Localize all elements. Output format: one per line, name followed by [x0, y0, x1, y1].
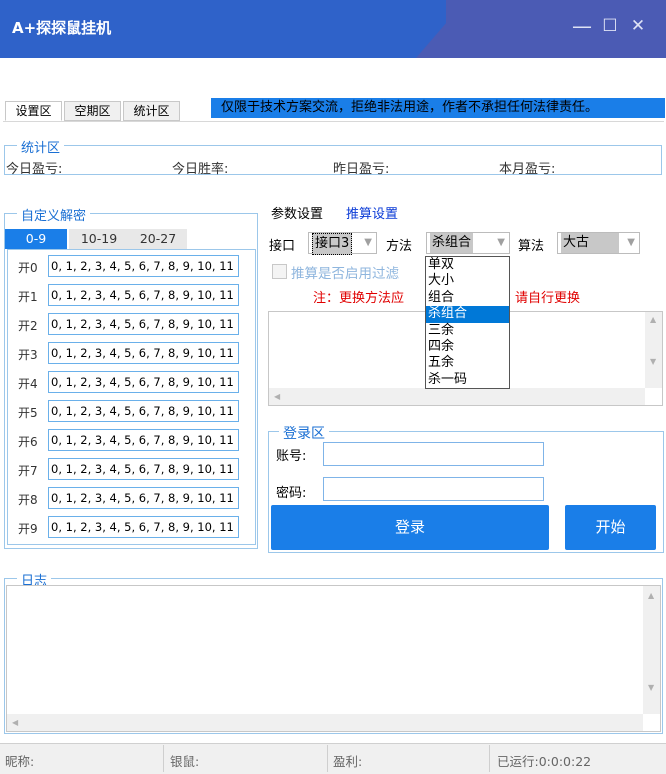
disclaimer-notice: 仅限于技术方案交流，拒绝非法用途，作者不承担任何法律责任。: [211, 98, 665, 118]
method-option[interactable]: 杀一码: [426, 372, 509, 388]
tab-empty-period[interactable]: 空期区: [64, 101, 121, 121]
decode-row-label: 开8: [18, 493, 38, 507]
log-output[interactable]: ▲ ▼ ◀: [6, 585, 661, 732]
tab-statistics[interactable]: 统计区: [123, 101, 180, 121]
scroll-left-icon[interactable]: ◀: [274, 392, 280, 401]
scroll-down-icon[interactable]: ▼: [648, 683, 654, 692]
algorithm-value: 大古: [561, 233, 620, 253]
account-input[interactable]: [323, 442, 544, 466]
status-divider: [163, 745, 164, 772]
profit-label: 盈利:: [333, 754, 363, 769]
close-icon[interactable]: ✕: [626, 14, 650, 38]
decode-row-input[interactable]: 0, 1, 2, 3, 4, 5, 6, 7, 8, 9, 10, 11: [48, 342, 239, 364]
method-option[interactable]: 杀组合: [426, 306, 509, 323]
horizontal-scrollbar[interactable]: ◀: [7, 714, 643, 731]
method-change-note-tail: 请自行更换: [515, 291, 581, 306]
filter-label: 推算是否启用过滤: [291, 266, 399, 282]
decode-row-input[interactable]: 0, 1, 2, 3, 4, 5, 6, 7, 8, 9, 10, 11: [48, 371, 239, 393]
method-option[interactable]: 三余: [426, 323, 509, 339]
filter-checkbox[interactable]: [272, 264, 287, 279]
login-button[interactable]: 登录: [271, 505, 549, 550]
password-input[interactable]: [323, 477, 544, 501]
month-profit-label: 本月盈亏:: [499, 162, 556, 177]
login-group-title: 登录区: [279, 423, 329, 443]
method-option[interactable]: 单双: [426, 257, 509, 273]
decode-row-input[interactable]: 0, 1, 2, 3, 4, 5, 6, 7, 8, 9, 10, 11: [48, 400, 239, 422]
decode-row-label: 开9: [18, 522, 38, 536]
horizontal-scrollbar[interactable]: ◀: [269, 388, 645, 405]
stats-group-title: 统计区: [17, 137, 65, 156]
algorithm-label: 算法: [518, 239, 545, 254]
decode-row-label: 开7: [18, 464, 38, 478]
decode-row-label: 开4: [18, 377, 38, 391]
decode-row-input[interactable]: 0, 1, 2, 3, 4, 5, 6, 7, 8, 9, 10, 11: [48, 284, 239, 306]
decode-row-label: 开5: [18, 406, 38, 420]
vertical-scrollbar[interactable]: ▲ ▼: [643, 586, 660, 714]
scroll-up-icon[interactable]: ▲: [648, 591, 654, 600]
tab-calc-settings[interactable]: 推算设置: [346, 203, 398, 222]
decode-tab-0-9[interactable]: 0-9: [5, 229, 67, 249]
method-dropdown-list[interactable]: 单双 大小 组合 杀组合 三余 四余 五余 杀一码: [425, 256, 510, 389]
decode-tab-20-27[interactable]: 20-27: [129, 229, 187, 249]
method-option[interactable]: 组合: [426, 290, 509, 306]
status-divider: [327, 745, 328, 772]
decode-row-input[interactable]: 0, 1, 2, 3, 4, 5, 6, 7, 8, 9, 10, 11: [48, 429, 239, 451]
scroll-up-icon[interactable]: ▲: [650, 315, 656, 324]
minimize-icon[interactable]: —: [570, 14, 594, 38]
interface-value: 接口3: [312, 233, 353, 255]
yesterday-profit-label: 昨日盈亏:: [333, 162, 390, 177]
account-label: 账号:: [276, 449, 307, 464]
nickname-label: 昵称:: [5, 754, 35, 769]
method-select[interactable]: 杀组合 ▼: [426, 232, 510, 254]
interface-label: 接口: [269, 239, 296, 254]
decode-row-label: 开1: [18, 290, 38, 304]
interface-select[interactable]: 接口3 ▼: [308, 232, 377, 255]
method-option[interactable]: 大小: [426, 273, 509, 289]
tab-divider: [3, 121, 664, 122]
method-option[interactable]: 五余: [426, 355, 509, 371]
tab-param-settings[interactable]: 参数设置: [271, 203, 323, 222]
chevron-down-icon: ▼: [627, 237, 635, 248]
decode-tab-10-19[interactable]: 10-19: [69, 229, 129, 249]
start-button[interactable]: 开始: [565, 505, 656, 550]
window-title: A+探探鼠挂机: [12, 19, 112, 37]
decode-row-label: 开0: [18, 261, 38, 275]
algorithm-select[interactable]: 大古 ▼: [557, 232, 640, 254]
silver-label: 银鼠:: [170, 754, 200, 769]
today-winrate-label: 今日胜率:: [172, 162, 229, 177]
tab-settings[interactable]: 设置区: [5, 101, 62, 121]
custom-decode-title: 自定义解密: [17, 205, 91, 224]
password-label: 密码:: [276, 486, 307, 501]
maximize-icon[interactable]: ☐: [598, 14, 622, 38]
method-label: 方法: [386, 239, 413, 254]
scroll-down-icon[interactable]: ▼: [650, 357, 656, 366]
runtime-label: 已运行:0:0:0:22: [497, 754, 592, 769]
method-option[interactable]: 四余: [426, 339, 509, 355]
decode-row-input[interactable]: 0, 1, 2, 3, 4, 5, 6, 7, 8, 9, 10, 11: [48, 255, 239, 277]
decode-row-input[interactable]: 0, 1, 2, 3, 4, 5, 6, 7, 8, 9, 10, 11: [48, 313, 239, 335]
chevron-down-icon: ▼: [364, 237, 372, 248]
vertical-scrollbar[interactable]: ▲ ▼: [645, 312, 662, 388]
decode-row-label: 开6: [18, 435, 38, 449]
decode-row-input[interactable]: 0, 1, 2, 3, 4, 5, 6, 7, 8, 9, 10, 11: [48, 487, 239, 509]
today-profit-label: 今日盈亏:: [6, 162, 63, 177]
chevron-down-icon: ▼: [497, 237, 505, 248]
decode-row-input[interactable]: 0, 1, 2, 3, 4, 5, 6, 7, 8, 9, 10, 11: [48, 458, 239, 480]
status-divider: [489, 745, 490, 772]
method-value: 杀组合: [430, 233, 474, 253]
scroll-left-icon[interactable]: ◀: [12, 718, 18, 727]
method-change-note: 注：更换方法应: [313, 291, 405, 306]
decode-row-label: 开3: [18, 348, 38, 362]
decode-row-label: 开2: [18, 319, 38, 333]
decode-row-input[interactable]: 0, 1, 2, 3, 4, 5, 6, 7, 8, 9, 10, 11: [48, 516, 239, 538]
